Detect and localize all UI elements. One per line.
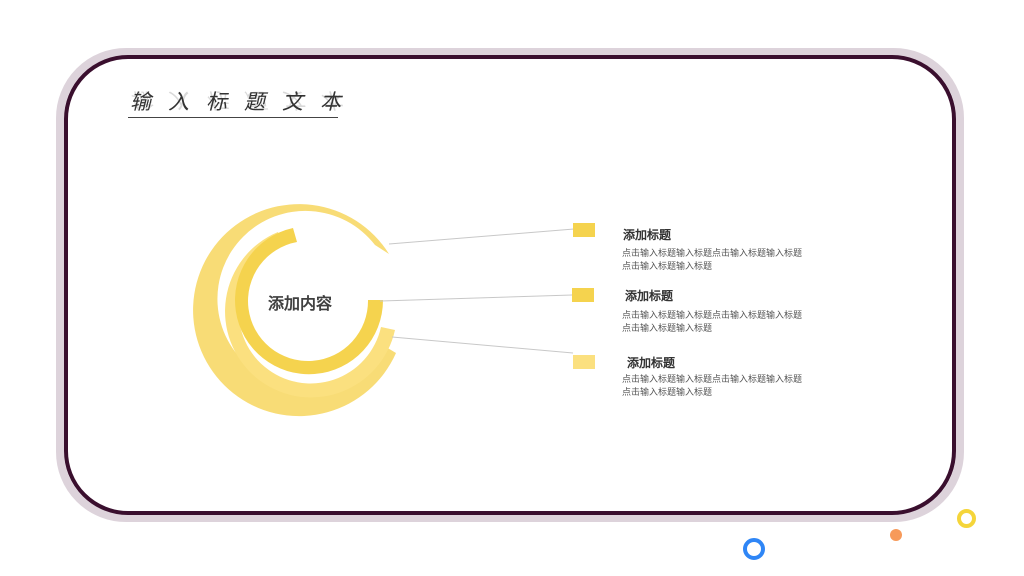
ring-chart bbox=[193, 204, 575, 417]
item-title-1: 添加标题 bbox=[623, 228, 672, 242]
connector-line-1 bbox=[388, 228, 575, 245]
connector-line-2 bbox=[379, 294, 573, 302]
item-title-2: 添加标题 bbox=[625, 289, 674, 303]
decor-dot-orange bbox=[890, 529, 902, 541]
connector-line-3 bbox=[391, 336, 574, 354]
item-title-3: 添加标题 bbox=[627, 356, 676, 370]
item-text-1: 点击输入标题输入标题点击输入标题输入标题点击输入标题输入标题 bbox=[622, 249, 803, 272]
decor-circle-yellow bbox=[957, 509, 976, 528]
item-text-2: 点击输入标题输入标题点击输入标题输入标题点击输入标题输入标题 bbox=[622, 311, 803, 334]
item-text-3: 点击输入标题输入标题点击输入标题输入标题点击输入标题输入标题 bbox=[622, 375, 803, 398]
decor-circle-blue bbox=[743, 538, 765, 560]
item-marker-3 bbox=[573, 355, 595, 369]
center-label: 添加内容 bbox=[267, 294, 332, 313]
item-marker-1 bbox=[573, 223, 595, 237]
item-marker-2 bbox=[572, 288, 594, 302]
